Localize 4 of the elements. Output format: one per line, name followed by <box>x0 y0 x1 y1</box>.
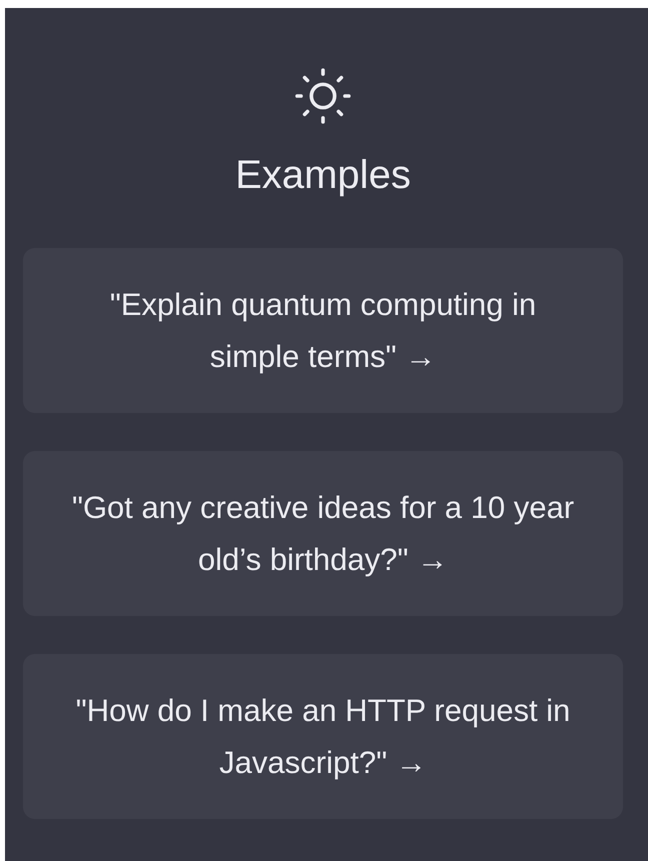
example-prompt-button[interactable]: "Explain quantum computing in simple terms" → <box>23 248 623 413</box>
example-prompt-button[interactable]: "How do I make an HTTP request in Javascript?" → <box>23 654 623 819</box>
section-heading: Examples <box>235 153 411 198</box>
example-prompt-button[interactable]: "Got any creative ideas for a 10 year old’s birthday?" → <box>23 451 623 616</box>
